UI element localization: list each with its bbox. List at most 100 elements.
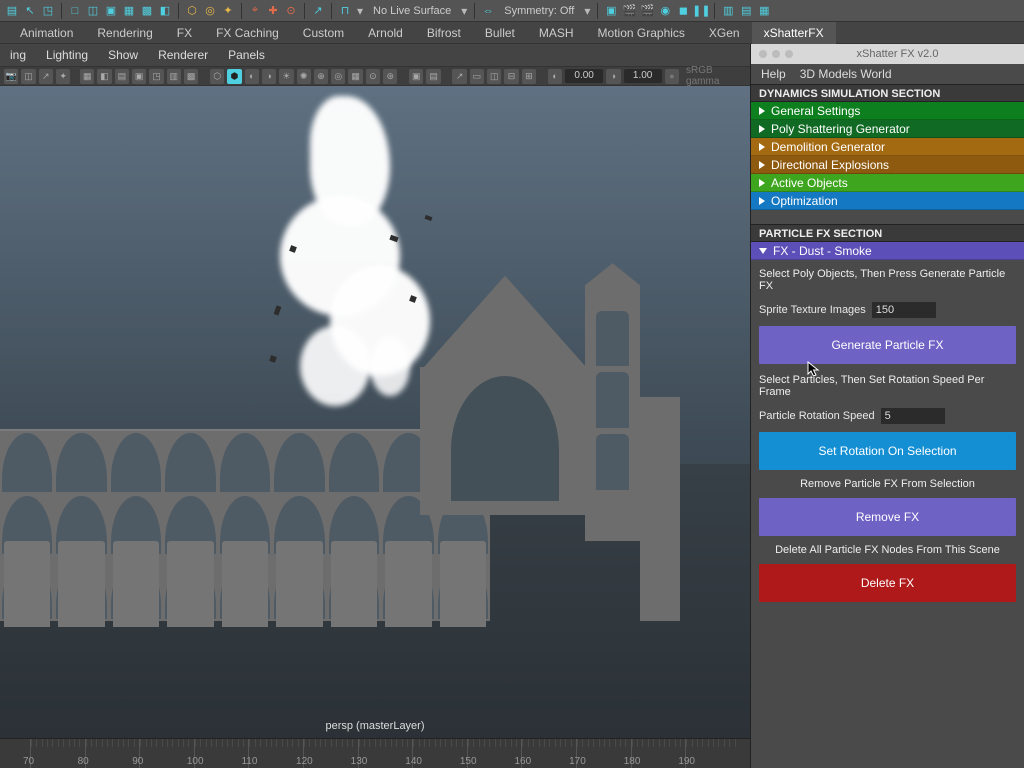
panel-menu-3dmw[interactable]: 3D Models World bbox=[800, 67, 892, 81]
zoom-icon[interactable] bbox=[785, 50, 793, 58]
tool-icon[interactable]: ⊕ bbox=[314, 69, 328, 84]
tool-icon[interactable]: ⊞ bbox=[522, 69, 536, 84]
timeline-tick[interactable]: 90 bbox=[139, 739, 194, 768]
timeline-tick[interactable]: 140 bbox=[412, 739, 467, 768]
tool-icon[interactable]: □ bbox=[67, 3, 83, 19]
shelf-tab-fx-caching[interactable]: FX Caching bbox=[204, 22, 291, 44]
tool-icon[interactable]: ◫ bbox=[21, 69, 35, 84]
tool-icon[interactable]: ↗ bbox=[39, 69, 53, 84]
generate-particle-fx-button[interactable]: Generate Particle FX bbox=[759, 326, 1016, 364]
clapper-icon[interactable]: 🎬 bbox=[621, 3, 637, 19]
panel-menu-help[interactable]: Help bbox=[761, 67, 786, 81]
tool-icon[interactable]: ◐ bbox=[245, 69, 259, 84]
tool-icon[interactable]: ✺ bbox=[297, 69, 311, 84]
timeline-tick[interactable]: 120 bbox=[303, 739, 358, 768]
gamma-icon[interactable]: ◑ bbox=[606, 69, 620, 84]
clapper-icon[interactable]: 🎬 bbox=[639, 3, 655, 19]
tool-icon[interactable]: ⬡ bbox=[184, 3, 200, 19]
accordion-directional-explosions[interactable]: Directional Explosions bbox=[751, 156, 1024, 174]
accordion-demolition-generator[interactable]: Demolition Generator bbox=[751, 138, 1024, 156]
tool-icon[interactable]: ⊛ bbox=[383, 69, 397, 84]
vp-menu-panels[interactable]: Panels bbox=[224, 46, 269, 64]
tool-icon[interactable]: ▤ bbox=[115, 69, 129, 84]
snap-icon[interactable]: ⌖ bbox=[247, 3, 263, 19]
accordion-fx-dust-smoke[interactable]: FX - Dust - Smoke bbox=[751, 242, 1024, 260]
grid-icon[interactable]: ▦ bbox=[80, 69, 94, 84]
rotation-input[interactable] bbox=[881, 408, 945, 424]
tool-icon[interactable]: ◫ bbox=[487, 69, 501, 84]
panel-icon[interactable]: ▤ bbox=[738, 3, 754, 19]
tool-icon[interactable]: ▩ bbox=[139, 3, 155, 19]
gate-icon[interactable]: ▭ bbox=[470, 69, 484, 84]
shelf-tab-xgen[interactable]: XGen bbox=[697, 22, 752, 44]
symmetry-label[interactable]: Symmetry: Off bbox=[498, 5, 580, 17]
tool-icon[interactable]: ◧ bbox=[97, 69, 111, 84]
stop-icon[interactable]: ◼ bbox=[675, 3, 691, 19]
tool-icon[interactable]: ↗ bbox=[310, 3, 326, 19]
tool-icon[interactable]: ◧ bbox=[157, 3, 173, 19]
shelf-tab-bullet[interactable]: Bullet bbox=[473, 22, 527, 44]
timeline-tick[interactable]: 150 bbox=[467, 739, 522, 768]
shelf-tab-bifrost[interactable]: Bifrost bbox=[415, 22, 473, 44]
shelf-tab-arnold[interactable]: Arnold bbox=[356, 22, 415, 44]
live-surface-label[interactable]: No Live Surface bbox=[367, 5, 457, 17]
tool-icon[interactable]: ▥ bbox=[167, 69, 181, 84]
timeline-tick[interactable]: 160 bbox=[521, 739, 576, 768]
vp-menu-ing[interactable]: ing bbox=[6, 46, 30, 64]
tool-icon[interactable]: ▦ bbox=[121, 3, 137, 19]
accordion-general-settings[interactable]: General Settings bbox=[751, 102, 1024, 120]
shelf-tab-animation[interactable]: Animation bbox=[8, 22, 85, 44]
snap-icon[interactable]: ⊙ bbox=[283, 3, 299, 19]
tool-icon[interactable]: ▣ bbox=[132, 69, 146, 84]
shelf-tab-motion-graphics[interactable]: Motion Graphics bbox=[586, 22, 697, 44]
timeline-tick[interactable]: 70 bbox=[30, 739, 85, 768]
magnet-icon[interactable]: ⊓ bbox=[337, 3, 353, 19]
arrow-icon[interactable]: ↗ bbox=[452, 69, 466, 84]
vp-menu-lighting[interactable]: Lighting bbox=[42, 46, 92, 64]
shaded-icon[interactable]: ⬢ bbox=[227, 69, 241, 84]
timeline-tick[interactable]: 190 bbox=[685, 739, 740, 768]
set-rotation-button[interactable]: Set Rotation On Selection bbox=[759, 432, 1016, 470]
tool-icon[interactable]: ◎ bbox=[202, 3, 218, 19]
pause-icon[interactable]: ❚❚ bbox=[693, 3, 709, 19]
timeline-tick[interactable]: 100 bbox=[194, 739, 249, 768]
tool-icon[interactable]: ◳ bbox=[40, 3, 56, 19]
dropdown-icon[interactable]: ▾ bbox=[582, 4, 592, 18]
close-icon[interactable] bbox=[759, 50, 767, 58]
timeline-tick[interactable]: 110 bbox=[248, 739, 303, 768]
shelf-tab-rendering[interactable]: Rendering bbox=[85, 22, 164, 44]
gamma-field[interactable]: 1.00 bbox=[624, 69, 662, 83]
3d-viewport[interactable]: persp (masterLayer) bbox=[0, 86, 750, 738]
vp-menu-show[interactable]: Show bbox=[104, 46, 142, 64]
timeline-tick[interactable]: 80 bbox=[85, 739, 140, 768]
tool-icon[interactable]: ◑ bbox=[262, 69, 276, 84]
panel-icon[interactable]: ▥ bbox=[720, 3, 736, 19]
tool-icon[interactable]: ▩ bbox=[184, 69, 198, 84]
tool-icon[interactable]: ✦ bbox=[220, 3, 236, 19]
sprite-input[interactable] bbox=[872, 302, 936, 318]
shelf-tab-fx[interactable]: FX bbox=[165, 22, 204, 44]
minimize-icon[interactable] bbox=[772, 50, 780, 58]
delete-fx-button[interactable]: Delete FX bbox=[759, 564, 1016, 602]
remove-fx-button[interactable]: Remove FX bbox=[759, 498, 1016, 536]
timeline-tick[interactable]: 130 bbox=[358, 739, 413, 768]
timeline-tick[interactable]: 180 bbox=[631, 739, 686, 768]
tool-icon[interactable]: ◎ bbox=[331, 69, 345, 84]
tool-icon[interactable]: ◳ bbox=[149, 69, 163, 84]
shelf-tab-mash[interactable]: MASH bbox=[527, 22, 586, 44]
timeline-tick[interactable]: 170 bbox=[576, 739, 631, 768]
tool-icon[interactable]: ↖ bbox=[22, 3, 38, 19]
light-icon[interactable]: ☀ bbox=[279, 69, 293, 84]
dropdown-icon[interactable]: ▾ bbox=[355, 4, 365, 18]
panel-icon[interactable]: ▦ bbox=[756, 3, 772, 19]
dropdown-icon[interactable]: ▾ bbox=[459, 4, 469, 18]
wire-icon[interactable]: ⬡ bbox=[210, 69, 224, 84]
shelf-tab-xshatterfx[interactable]: xShatterFX bbox=[752, 22, 836, 44]
exposure-field[interactable]: 0.00 bbox=[565, 69, 603, 83]
tool-icon[interactable]: ▦ bbox=[348, 69, 362, 84]
tool-icon[interactable]: ⊟ bbox=[504, 69, 518, 84]
tool-icon[interactable]: ▣ bbox=[103, 3, 119, 19]
cam-icon[interactable]: 📷 bbox=[4, 69, 18, 84]
dot-icon[interactable]: ● bbox=[665, 69, 679, 84]
vp-menu-renderer[interactable]: Renderer bbox=[154, 46, 212, 64]
